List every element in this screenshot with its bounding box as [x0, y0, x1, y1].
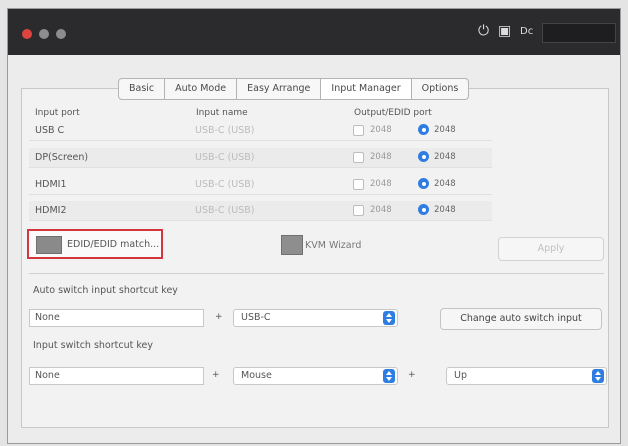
edid-icon: [36, 236, 62, 254]
radio-label: 2048: [434, 125, 456, 135]
select-value: Mouse: [241, 370, 272, 381]
select-value: USB-C: [241, 312, 271, 323]
input-switch-shortcut-title: Input switch shortcut key: [33, 340, 153, 351]
close-window-button[interactable]: [22, 29, 32, 39]
title-bar: ⏻ ▣ Dc: [8, 9, 620, 55]
row-input-name[interactable]: USB-C (USB): [195, 152, 255, 163]
apply-button[interactable]: Apply: [498, 237, 604, 261]
tab-easy-arrange[interactable]: Easy Arrange: [237, 78, 322, 100]
monitor-icon[interactable]: ▣: [498, 23, 511, 39]
titlebar-field: [542, 23, 616, 43]
edid-radio[interactable]: [418, 204, 429, 215]
table-row: HDMI2 USB-C (USB) 2048 2048: [29, 201, 492, 221]
chevron-updown-icon: [383, 369, 395, 383]
plus-label: +: [215, 312, 223, 322]
header-input-port: Input port: [35, 108, 80, 118]
change-auto-switch-input-button[interactable]: Change auto switch input: [440, 308, 602, 330]
edid-checkbox[interactable]: [353, 125, 364, 136]
tab-bar: Basic Auto Mode Easy Arrange Input Manag…: [118, 78, 470, 100]
input-switch-key-field[interactable]: None: [29, 367, 204, 385]
auto-switch-modifier-select[interactable]: USB-C: [233, 309, 398, 327]
plus-label: +: [408, 370, 416, 380]
edid-checkbox[interactable]: [353, 152, 364, 163]
titlebar-label: Dc: [520, 26, 534, 37]
table-row: USB C USB-C (USB) 2048 2048: [29, 121, 492, 141]
header-edid-port: Output/EDID port: [354, 108, 432, 118]
kvm-wizard-icon[interactable]: [281, 235, 303, 255]
radio-label: 2048: [434, 179, 456, 189]
select-value: Up: [454, 370, 467, 381]
tab-input-manager[interactable]: Input Manager: [321, 78, 412, 100]
row-input-port: DP(Screen): [35, 152, 89, 163]
radio-label: 2048: [434, 205, 456, 215]
auto-switch-key-field[interactable]: None: [29, 309, 204, 327]
radio-label: 2048: [434, 152, 456, 162]
input-switch-modifier-select[interactable]: Mouse: [233, 367, 398, 385]
edid-match-label: EDID/EDID match...: [67, 239, 160, 250]
header-input-name: Input name: [196, 108, 248, 118]
row-input-port: HDMI1: [35, 179, 67, 190]
plus-label: +: [212, 370, 220, 380]
input-switch-direction-select[interactable]: Up: [446, 367, 607, 385]
table-row: DP(Screen) USB-C (USB) 2048 2048: [29, 148, 492, 168]
checkbox-label: 2048: [370, 152, 392, 162]
tab-basic[interactable]: Basic: [118, 78, 166, 100]
edid-radio[interactable]: [418, 124, 429, 135]
maximize-window-button[interactable]: [56, 29, 66, 39]
auto-switch-shortcut-title: Auto switch input shortcut key: [33, 285, 178, 296]
checkbox-label: 2048: [370, 205, 392, 215]
checkbox-label: 2048: [370, 179, 392, 189]
tab-options[interactable]: Options: [411, 78, 470, 100]
edid-radio[interactable]: [418, 151, 429, 162]
row-input-name[interactable]: USB-C (USB): [195, 125, 255, 136]
tab-auto-mode[interactable]: Auto Mode: [165, 78, 238, 100]
edid-checkbox[interactable]: [353, 179, 364, 190]
minimize-window-button[interactable]: [39, 29, 49, 39]
chevron-updown-icon: [592, 369, 604, 383]
edid-checkbox[interactable]: [353, 205, 364, 216]
kvm-wizard-label[interactable]: KVM Wizard: [305, 240, 361, 251]
table-row: HDMI1 USB-C (USB) 2048 2048: [29, 175, 492, 195]
edid-match-button[interactable]: EDID/EDID match...: [27, 229, 163, 259]
checkbox-label: 2048: [370, 125, 392, 135]
chevron-updown-icon: [383, 311, 395, 325]
power-icon[interactable]: ⏻: [478, 23, 489, 39]
row-input-port: HDMI2: [35, 205, 67, 216]
edid-radio[interactable]: [418, 178, 429, 189]
row-input-port: USB C: [35, 125, 65, 136]
row-input-name[interactable]: USB-C (USB): [195, 205, 255, 216]
divider: [29, 273, 604, 274]
row-input-name[interactable]: USB-C (USB): [195, 179, 255, 190]
